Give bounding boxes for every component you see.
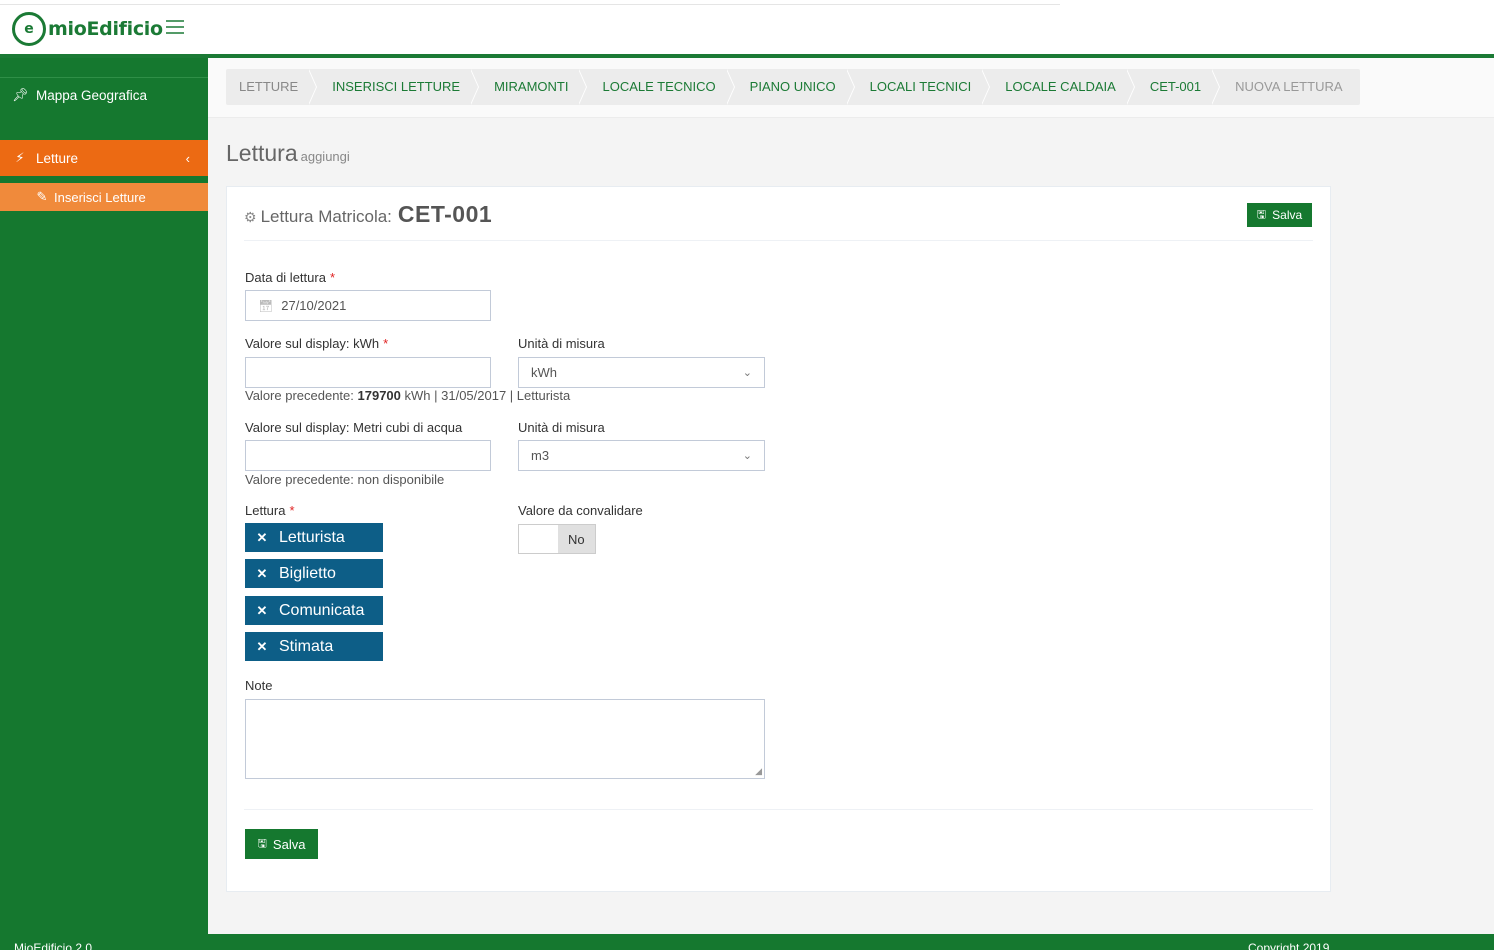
chevron-down-icon: ⌄ [742, 450, 752, 462]
unit-select-1[interactable]: kWh ⌄ [518, 357, 765, 388]
toggle-handle [519, 525, 558, 553]
panel-caption: Lettura Matricola: [260, 207, 392, 226]
breadcrumb: LETTURE INSERISCI LETTURE MIRAMONTI LOCA… [226, 69, 1360, 105]
toggle-state: No [557, 525, 595, 553]
notes-label: Note [245, 678, 273, 693]
required-mark: * [383, 336, 389, 351]
required-mark: * [329, 270, 335, 285]
unit-select-2[interactable]: m3 ⌄ [518, 440, 765, 471]
sidebar-item-mappa-geografica[interactable]: 📌︎ Mappa Geografica [0, 80, 208, 110]
top-header: e mioEdificio [0, 0, 1494, 54]
page-title-text: Lettura [226, 140, 298, 166]
breadcrumb-item-cet-001[interactable]: CET-001 [1133, 69, 1221, 105]
save-button-top[interactable]: 🖫︎ Salva [1247, 203, 1312, 227]
kwh-input[interactable] [245, 357, 491, 388]
sidebar-item-label: Mappa Geografica [36, 87, 148, 103]
remove-icon[interactable]: ✕ [245, 639, 279, 655]
save-icon: 🖫︎ [257, 837, 267, 850]
breadcrumb-item-locale-tecnico[interactable]: LOCALE TECNICO [585, 69, 735, 105]
header-divider [0, 4, 1060, 5]
save-button-label: Salva [272, 836, 306, 852]
bolt-icon: ⚡︎ [15, 150, 25, 165]
breadcrumb-item-piano-unico[interactable]: PIANO UNICO [733, 69, 855, 105]
panel-title: ⚙ Lettura Matricola: CET-001 [244, 201, 492, 228]
tag-stimata[interactable]: ✕ Stimata [245, 632, 383, 661]
date-label: Data di lettura * [245, 270, 335, 285]
page-subtitle: aggiungi [300, 149, 350, 164]
logo-text: mioEdificio [48, 18, 163, 40]
date-value: 27/10/2021 [281, 298, 347, 313]
remove-icon[interactable]: ✕ [245, 603, 279, 619]
logo-icon: e [12, 12, 46, 46]
footer-version: MioEdificio 2.0 [14, 941, 93, 950]
breadcrumb-bar: LETTURE INSERISCI LETTURE MIRAMONTI LOCA… [208, 58, 1494, 118]
footer: MioEdificio 2.0 Copyright 2019 [0, 934, 1494, 950]
menu-toggle-icon[interactable] [166, 20, 184, 34]
validate-label: Valore da convalidare [518, 503, 643, 518]
kwh-label: Valore sul display: kWh * [245, 336, 389, 351]
form-divider [244, 809, 1313, 810]
save-button-bottom[interactable]: 🖫︎ Salva [245, 829, 318, 859]
remove-icon[interactable]: ✕ [245, 566, 279, 582]
water-input[interactable] [245, 440, 491, 471]
meter-code: CET-001 [397, 201, 493, 227]
breadcrumb-item-letture[interactable]: LETTURE [226, 69, 318, 105]
chevron-left-icon: ‹ [185, 150, 190, 166]
breadcrumb-item-locali-tecnici[interactable]: LOCALI TECNICI [853, 69, 990, 105]
app-logo[interactable]: e mioEdificio [12, 10, 163, 48]
unit-select-value: m3 [531, 448, 550, 463]
tag-biglietto[interactable]: ✕ Biglietto [245, 559, 383, 588]
sidebar-item-label: Inserisci Letture [54, 189, 146, 205]
water-previous-value: Valore precedente: non disponibile [245, 472, 445, 487]
sidebar: 📌︎ Mappa Geografica ⚡︎ Letture ‹ ✎ Inser… [0, 58, 208, 934]
breadcrumb-item-miramonti[interactable]: MIRAMONTI [477, 69, 588, 105]
panel-header: ⚙ Lettura Matricola: CET-001 🖫︎ Salva [244, 187, 1313, 241]
kwh-previous-value: Valore precedente: 179700 kWh | 31/05/20… [245, 388, 571, 403]
save-icon: 🖫︎ [1256, 208, 1267, 221]
unit-select-value: kWh [531, 365, 557, 380]
sidebar-subitem-inserisci-letture[interactable]: ✎ Inserisci Letture [0, 183, 208, 211]
calendar-icon: 📅︎ [258, 298, 274, 313]
unit-label-1: Unità di misura [518, 336, 605, 351]
water-label: Valore sul display: Metri cubi di acqua [245, 420, 463, 435]
tag-letturista[interactable]: ✕ Letturista [245, 523, 383, 552]
footer-copyright: Copyright 2019 [1248, 941, 1330, 950]
sidebar-divider [0, 77, 208, 78]
lettura-label: Lettura * [245, 503, 295, 518]
page-title: Lettura aggiungi [226, 140, 350, 167]
sidebar-item-label: Letture [36, 150, 79, 166]
pencil-icon: ✎ [36, 189, 48, 204]
resize-grip-icon[interactable]: ◢ [755, 767, 762, 777]
remove-icon[interactable]: ✕ [245, 530, 279, 546]
breadcrumb-item-inserisci-letture[interactable]: INSERISCI LETTURE [315, 69, 479, 105]
main-content: LETTURE INSERISCI LETTURE MIRAMONTI LOCA… [208, 58, 1494, 934]
required-mark: * [289, 503, 295, 518]
date-field[interactable]: 📅︎ 27/10/2021 [245, 290, 491, 321]
gear-icon: ⚙ [244, 209, 257, 225]
tag-comunicata[interactable]: ✕ Comunicata [245, 596, 383, 625]
validate-toggle[interactable]: No [518, 524, 596, 554]
unit-label-2: Unità di misura [518, 420, 605, 435]
breadcrumb-item-nuova-lettura: NUOVA LETTURA [1235, 79, 1343, 94]
form-panel: ⚙ Lettura Matricola: CET-001 🖫︎ Salva Da… [226, 186, 1331, 892]
save-button-label: Salva [1272, 208, 1303, 222]
pin-icon: 📌︎ [12, 87, 29, 102]
sidebar-item-letture[interactable]: ⚡︎ Letture ‹ [0, 140, 208, 176]
chevron-down-icon: ⌄ [742, 367, 752, 379]
notes-textarea[interactable]: ◢ [245, 699, 765, 779]
breadcrumb-item-locale-caldaia[interactable]: LOCALE CALDAIA [988, 69, 1135, 105]
